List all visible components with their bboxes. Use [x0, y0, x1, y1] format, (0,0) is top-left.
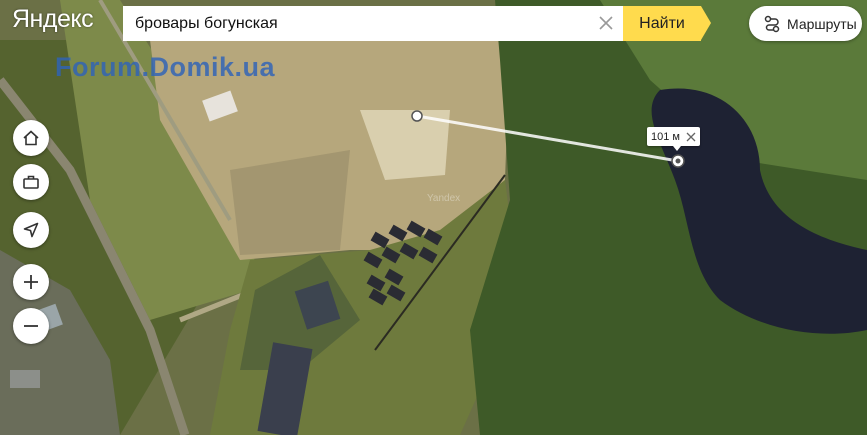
home-icon: [23, 130, 39, 146]
ruler-end-dot: [675, 158, 681, 164]
minus-icon: [24, 325, 38, 327]
find-button-arrow: [701, 6, 711, 40]
search-box: [123, 6, 623, 41]
clear-icon[interactable]: [597, 14, 615, 32]
routes-label: Маршруты: [787, 15, 857, 32]
forum-watermark: Forum.Domik.ua: [55, 52, 276, 82]
ruler-distance-label: 101 м: [647, 127, 700, 146]
ruler-distance-text: 101 м: [651, 130, 680, 143]
routes-icon: [764, 15, 780, 32]
briefcase-icon: [23, 175, 39, 189]
ruler-label-tail: [673, 146, 681, 151]
navigation-arrow-icon: [23, 222, 39, 238]
plus-icon: [24, 275, 38, 289]
zoom-out-button[interactable]: [13, 308, 49, 344]
ruler-start-point[interactable]: [411, 110, 423, 122]
find-button[interactable]: Найти: [623, 6, 701, 41]
zoom-in-button[interactable]: [13, 264, 49, 300]
locate-button[interactable]: [13, 212, 49, 248]
routes-button[interactable]: Маршруты: [749, 6, 862, 41]
search-input[interactable]: [135, 14, 590, 33]
house-roof-2: [10, 370, 40, 388]
map-watermark: Yandex: [427, 193, 461, 204]
close-icon[interactable]: [686, 132, 696, 142]
home-button[interactable]: [13, 120, 49, 156]
briefcase-button[interactable]: [13, 164, 49, 200]
yandex-logo[interactable]: Яндекс: [12, 5, 94, 34]
